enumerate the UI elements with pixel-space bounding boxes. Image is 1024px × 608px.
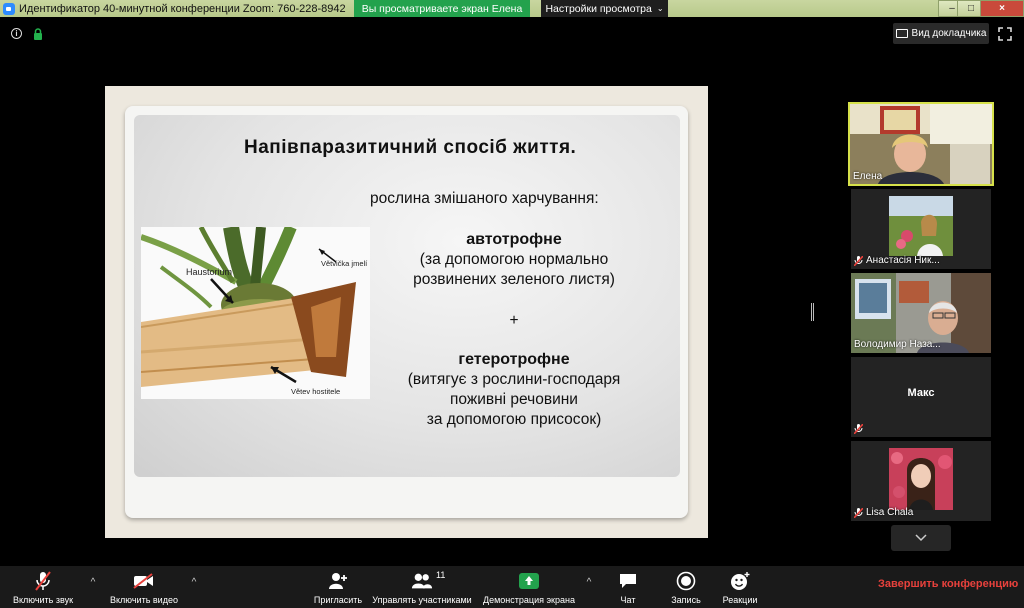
participant-tile[interactable]: Анастасія Ник... (851, 189, 991, 269)
meeting-info-icon[interactable]: i (11, 28, 22, 39)
share-screen-label: Демонстрация экрана (483, 595, 575, 605)
unmute-label: Включить звук (12, 595, 74, 605)
label-vetvicka: Větvička jmelí (321, 259, 368, 268)
speaker-view-icon (895, 29, 908, 38)
share-screen-icon (518, 571, 540, 591)
participant-name: Володимир Наза... (854, 339, 941, 350)
manage-participants-label: Управлять участниками (372, 595, 472, 605)
slide-content: Напівпаразитичний спосіб життя. рослина … (134, 115, 680, 477)
muted-mic-icon (854, 424, 863, 434)
unmute-button[interactable]: Включить звук (5, 566, 81, 608)
muted-mic-icon (854, 507, 863, 518)
video-feed-lisa (889, 448, 953, 510)
participants-count: 11 (436, 570, 446, 580)
end-meeting-button[interactable]: Завершить конференцию (878, 578, 1018, 590)
slide-card: Напівпаразитичний спосіб життя. рослина … (125, 106, 688, 518)
plus-sign: + (509, 312, 519, 329)
participant-name-row: Lisa Chala (854, 507, 913, 518)
participant-tile-active-speaker[interactable]: Елена (848, 102, 994, 186)
start-video-button[interactable]: Включить видео (104, 566, 184, 608)
lock-icon[interactable] (33, 28, 43, 40)
manage-participants-button[interactable]: Управлять участниками (368, 566, 476, 608)
heterotrophic-line-2: поживні речовини (450, 391, 578, 408)
participant-name: Анастасія Ник... (866, 255, 940, 266)
autotrophic-block: автотрофне (за допомогою нормально розви… (364, 230, 664, 290)
video-off-icon (133, 571, 155, 591)
participant-tile[interactable]: Lisa Chala (851, 441, 991, 521)
fullscreen-icon[interactable] (998, 27, 1012, 41)
view-options-label: Настройки просмотра (545, 2, 652, 15)
invite-label: Пригласить (313, 595, 363, 605)
muted-mic-icon (854, 255, 863, 266)
audio-options-caret[interactable]: ^ (88, 578, 98, 588)
chat-icon (617, 571, 639, 591)
participant-name-row: Анастасія Ник... (854, 255, 940, 266)
panel-splitter-handle[interactable] (811, 303, 814, 321)
share-options-caret[interactable]: ^ (584, 578, 594, 588)
scroll-participants-down-button[interactable] (891, 525, 951, 551)
speaker-view-label: Вид докладчика (911, 28, 987, 39)
zoom-app-icon (3, 2, 15, 15)
record-button[interactable]: Запись (666, 566, 706, 608)
participant-name-avatar: Макс (907, 387, 935, 399)
slide-title: Напівпаразитичний спосіб життя. (244, 137, 577, 158)
participant-tile[interactable]: Макс (851, 357, 991, 437)
chat-button[interactable]: Чат (608, 566, 648, 608)
participant-name: Елена (853, 171, 883, 182)
reactions-button[interactable]: Реакции (718, 566, 762, 608)
mistletoe-illustration (141, 227, 370, 399)
mistletoe-photo: Haustorium Větvička jmelí Větev hostitel… (141, 227, 370, 399)
participants-icon (411, 571, 433, 591)
video-options-caret[interactable]: ^ (189, 578, 199, 588)
window-title: Идентификатор 40-минутной конференции Zo… (19, 2, 346, 15)
participant-status-row (854, 424, 863, 434)
muted-mic-icon (32, 571, 54, 591)
shared-screen: Напівпаразитичний спосіб життя. рослина … (105, 86, 708, 538)
participant-tile[interactable]: Володимир Наза... (851, 273, 991, 353)
autotrophic-line-2: розвинених зеленого листя) (413, 271, 615, 288)
heterotrophic-heading: гетеротрофне (458, 351, 570, 368)
record-icon (675, 571, 697, 591)
heterotrophic-block: гетеротрофне (витягує з рослини-господар… (364, 350, 664, 430)
speaker-view-button[interactable]: Вид докладчика (893, 23, 989, 44)
emoji-icon (729, 571, 751, 591)
record-label: Запись (671, 595, 701, 605)
invite-button[interactable]: Пригласить (308, 566, 368, 608)
video-feed-anastasia (889, 196, 953, 256)
close-button[interactable]: × (980, 0, 1024, 17)
chevron-down-icon (915, 534, 927, 542)
share-screen-button[interactable]: Демонстрация экрана (478, 566, 580, 608)
reactions-label: Реакции (722, 595, 758, 605)
zoom-window: Идентификатор 40-минутной конференции Zo… (0, 0, 1024, 608)
screen-share-notice: Вы просматриваете экран Елена (354, 0, 530, 17)
heterotrophic-line-1: (витягує з рослини-господаря (407, 371, 621, 388)
autotrophic-line-1: (за допомогою нормально (419, 251, 609, 268)
label-haustorium: Haustorium (186, 267, 233, 277)
slide-subtitle: рослина змішаного харчування: (370, 190, 599, 207)
meeting-toolbar: Включить звук ^ Включить видео ^ Приглас… (0, 566, 1024, 608)
label-vetev: Větev hostitele (291, 387, 341, 396)
heterotrophic-line-3: за допомогою присосок) (426, 411, 602, 428)
add-user-icon (327, 571, 349, 591)
start-video-label: Включить видео (110, 595, 178, 605)
chat-label: Чат (620, 595, 636, 605)
view-options-button[interactable]: Настройки просмотра ⌄ (541, 0, 668, 17)
autotrophic-heading: автотрофне (466, 231, 562, 248)
chevron-down-icon: ⌄ (656, 4, 664, 13)
participant-name: Lisa Chala (866, 507, 914, 518)
